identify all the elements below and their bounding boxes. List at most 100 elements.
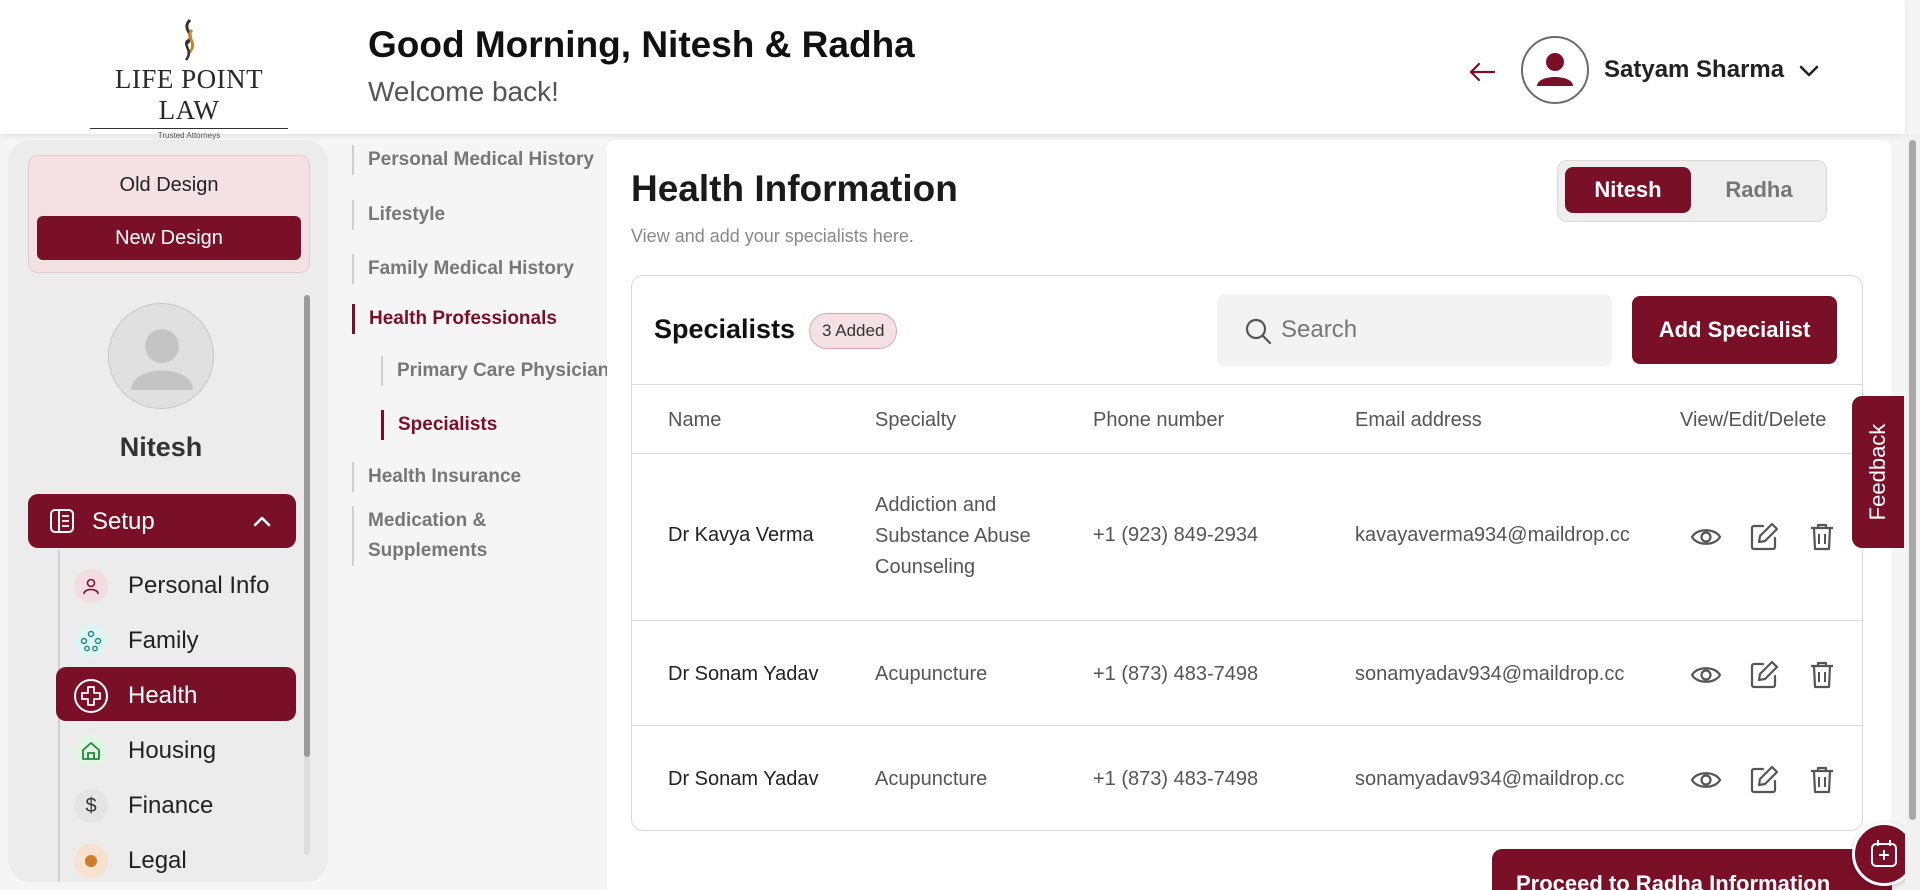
specialist-specialty: Acupuncture [875, 768, 988, 790]
subnav-health-professionals[interactable]: Health Professionals [352, 304, 557, 334]
toggle-radha[interactable]: Radha [1696, 167, 1822, 213]
subnav-personal-medical-history[interactable]: Personal Medical History [352, 145, 594, 175]
sidebar-item-personal-info[interactable]: Personal Info [56, 557, 296, 611]
profile-name: Nitesh [119, 432, 203, 462]
table-header: Name Specialty Phone number Email addres… [632, 384, 1862, 454]
section-title: Specialists [654, 314, 796, 344]
health-cross-icon [74, 679, 108, 713]
specialist-name: Dr Sonam Yadav [668, 663, 819, 685]
welcome-subtitle: Welcome back! [368, 76, 559, 107]
subnav-label-line: Supplements [368, 540, 488, 561]
setup-toggle-button[interactable]: Setup [28, 494, 296, 548]
subnav-primary-care-physician[interactable]: Primary Care Physician [381, 356, 609, 386]
page-title: Health Information [631, 168, 958, 209]
subnav-health-insurance[interactable]: Health Insurance [352, 462, 521, 492]
view-eye-icon[interactable] [1689, 763, 1723, 797]
greeting-title: Good Morning, Nitesh & Radha [368, 24, 915, 65]
specialist-specialty: Addiction and Substance Abuse Counseling [875, 490, 1031, 583]
toggle-nitesh[interactable]: Nitesh [1565, 167, 1691, 213]
specialty-line: Counseling [875, 556, 976, 578]
subnav-label-line: Medication & [368, 510, 487, 531]
health-subnav: Personal Medical History Lifestyle Famil… [340, 140, 610, 740]
back-arrow-icon[interactable] [1466, 56, 1498, 88]
specialist-name: Dr Sonam Yadav [668, 768, 819, 790]
sidebar-item-label: Personal Info [128, 572, 270, 599]
subnav-medication-supplements[interactable]: Medication & Supplements [352, 506, 487, 566]
feedback-label: Feedback [1865, 423, 1890, 521]
specialist-specialty: Acupuncture [875, 663, 988, 685]
search-icon [1245, 318, 1272, 345]
specialty-line: Addiction and [875, 494, 997, 516]
design-switcher: Old Design New Design [28, 155, 310, 273]
feedback-tab[interactable]: Feedback [1852, 396, 1904, 548]
old-design-button[interactable]: Old Design [29, 174, 309, 197]
specialist-phone: +1 (873) 483-7498 [1093, 768, 1259, 790]
logo-tagline: Trusted Attorneys [90, 128, 288, 140]
column-header-actions: View/Edit/Delete [1680, 409, 1827, 431]
table-row: Dr Sonam Yadav Acupuncture +1 (873) 483-… [632, 726, 1862, 830]
specialist-email: sonamyadav934@maildrop.cc [1355, 768, 1625, 790]
search-box[interactable] [1217, 294, 1612, 366]
column-header-phone: Phone number [1093, 409, 1225, 431]
sidebar-item-label: Health [128, 682, 198, 709]
specialist-phone: +1 (873) 483-7498 [1093, 663, 1259, 685]
delete-trash-icon[interactable] [1805, 520, 1839, 554]
subnav-specialists[interactable]: Specialists [381, 410, 497, 440]
view-eye-icon[interactable] [1689, 658, 1723, 692]
legal-icon [74, 844, 108, 878]
main-content: Health Information View and add your spe… [607, 140, 1891, 890]
sidebar-item-label: Housing [128, 737, 217, 764]
table-row: Dr Sonam Yadav Acupuncture +1 (873) 483-… [632, 621, 1862, 726]
sidebar-item-label: Finance [128, 792, 214, 819]
user-avatar[interactable] [1521, 36, 1589, 104]
specialist-email: kavayaverma934@maildrop.cc [1355, 524, 1630, 546]
specialty-line: Substance Abuse [875, 525, 1031, 547]
logo-flame-icon [184, 18, 195, 61]
setup-label: Setup [92, 508, 155, 535]
sidebar-item-family[interactable]: Family [56, 612, 296, 666]
profile-placeholder-icon [131, 329, 193, 390]
proceed-button[interactable]: Proceed to Radha Information [1492, 849, 1892, 890]
sidebar-item-finance[interactable]: $ Finance [56, 777, 296, 831]
search-input[interactable] [1281, 310, 1591, 350]
new-design-button[interactable]: New Design [37, 216, 301, 260]
sidebar-scrollbar-thumb[interactable] [304, 295, 310, 757]
view-eye-icon[interactable] [1689, 520, 1723, 554]
page-scrollbar-thumb[interactable] [1909, 140, 1916, 820]
add-specialist-button[interactable]: Add Specialist [1632, 296, 1837, 364]
column-header-name: Name [668, 409, 722, 431]
chevron-down-icon[interactable] [1796, 58, 1822, 84]
sidebar-item-label: Legal [128, 847, 187, 874]
specialist-name: Dr Kavya Verma [668, 524, 814, 546]
edit-pencil-icon[interactable] [1747, 763, 1781, 797]
user-avatar-icon [1537, 53, 1573, 86]
person-icon [74, 569, 108, 603]
specialists-card: Specialists 3 Added Add Specialist Name … [631, 275, 1863, 831]
edit-pencil-icon[interactable] [1747, 658, 1781, 692]
profile-avatar [108, 303, 214, 409]
logo[interactable]: LIFE POINT LAW Trusted Attorneys [84, 18, 294, 140]
user-name[interactable]: Satyam Sharma [1604, 56, 1784, 84]
table-row: Dr Kavya Verma Addiction and Substance A… [632, 454, 1862, 621]
column-header-email: Email address [1355, 409, 1482, 431]
family-icon [74, 624, 108, 658]
edit-pencil-icon[interactable] [1747, 520, 1781, 554]
sidebar-item-housing[interactable]: Housing [56, 722, 296, 776]
subnav-family-medical-history[interactable]: Family Medical History [352, 254, 574, 284]
setup-book-icon [50, 509, 74, 533]
top-header: LIFE POINT LAW Trusted Attorneys Good Mo… [0, 0, 1905, 140]
subnav-lifestyle[interactable]: Lifestyle [352, 200, 445, 230]
sidebar-item-label: Family [128, 627, 199, 654]
delete-trash-icon[interactable] [1805, 658, 1839, 692]
sidebar-item-legal[interactable]: Legal [56, 832, 296, 882]
delete-trash-icon[interactable] [1805, 763, 1839, 797]
page-subtitle: View and add your specialists here. [631, 226, 914, 246]
sidebar-item-health[interactable]: Health [56, 667, 296, 721]
house-icon [74, 734, 108, 768]
logo-name: LIFE POINT LAW [114, 64, 264, 125]
person-toggle: Nitesh Radha [1557, 160, 1827, 222]
dollar-icon: $ [74, 789, 108, 823]
specialist-phone: +1 (923) 849-2934 [1093, 524, 1259, 546]
left-sidebar: Old Design New Design Nitesh Setup Perso… [8, 140, 328, 882]
chevron-up-icon [253, 516, 271, 527]
